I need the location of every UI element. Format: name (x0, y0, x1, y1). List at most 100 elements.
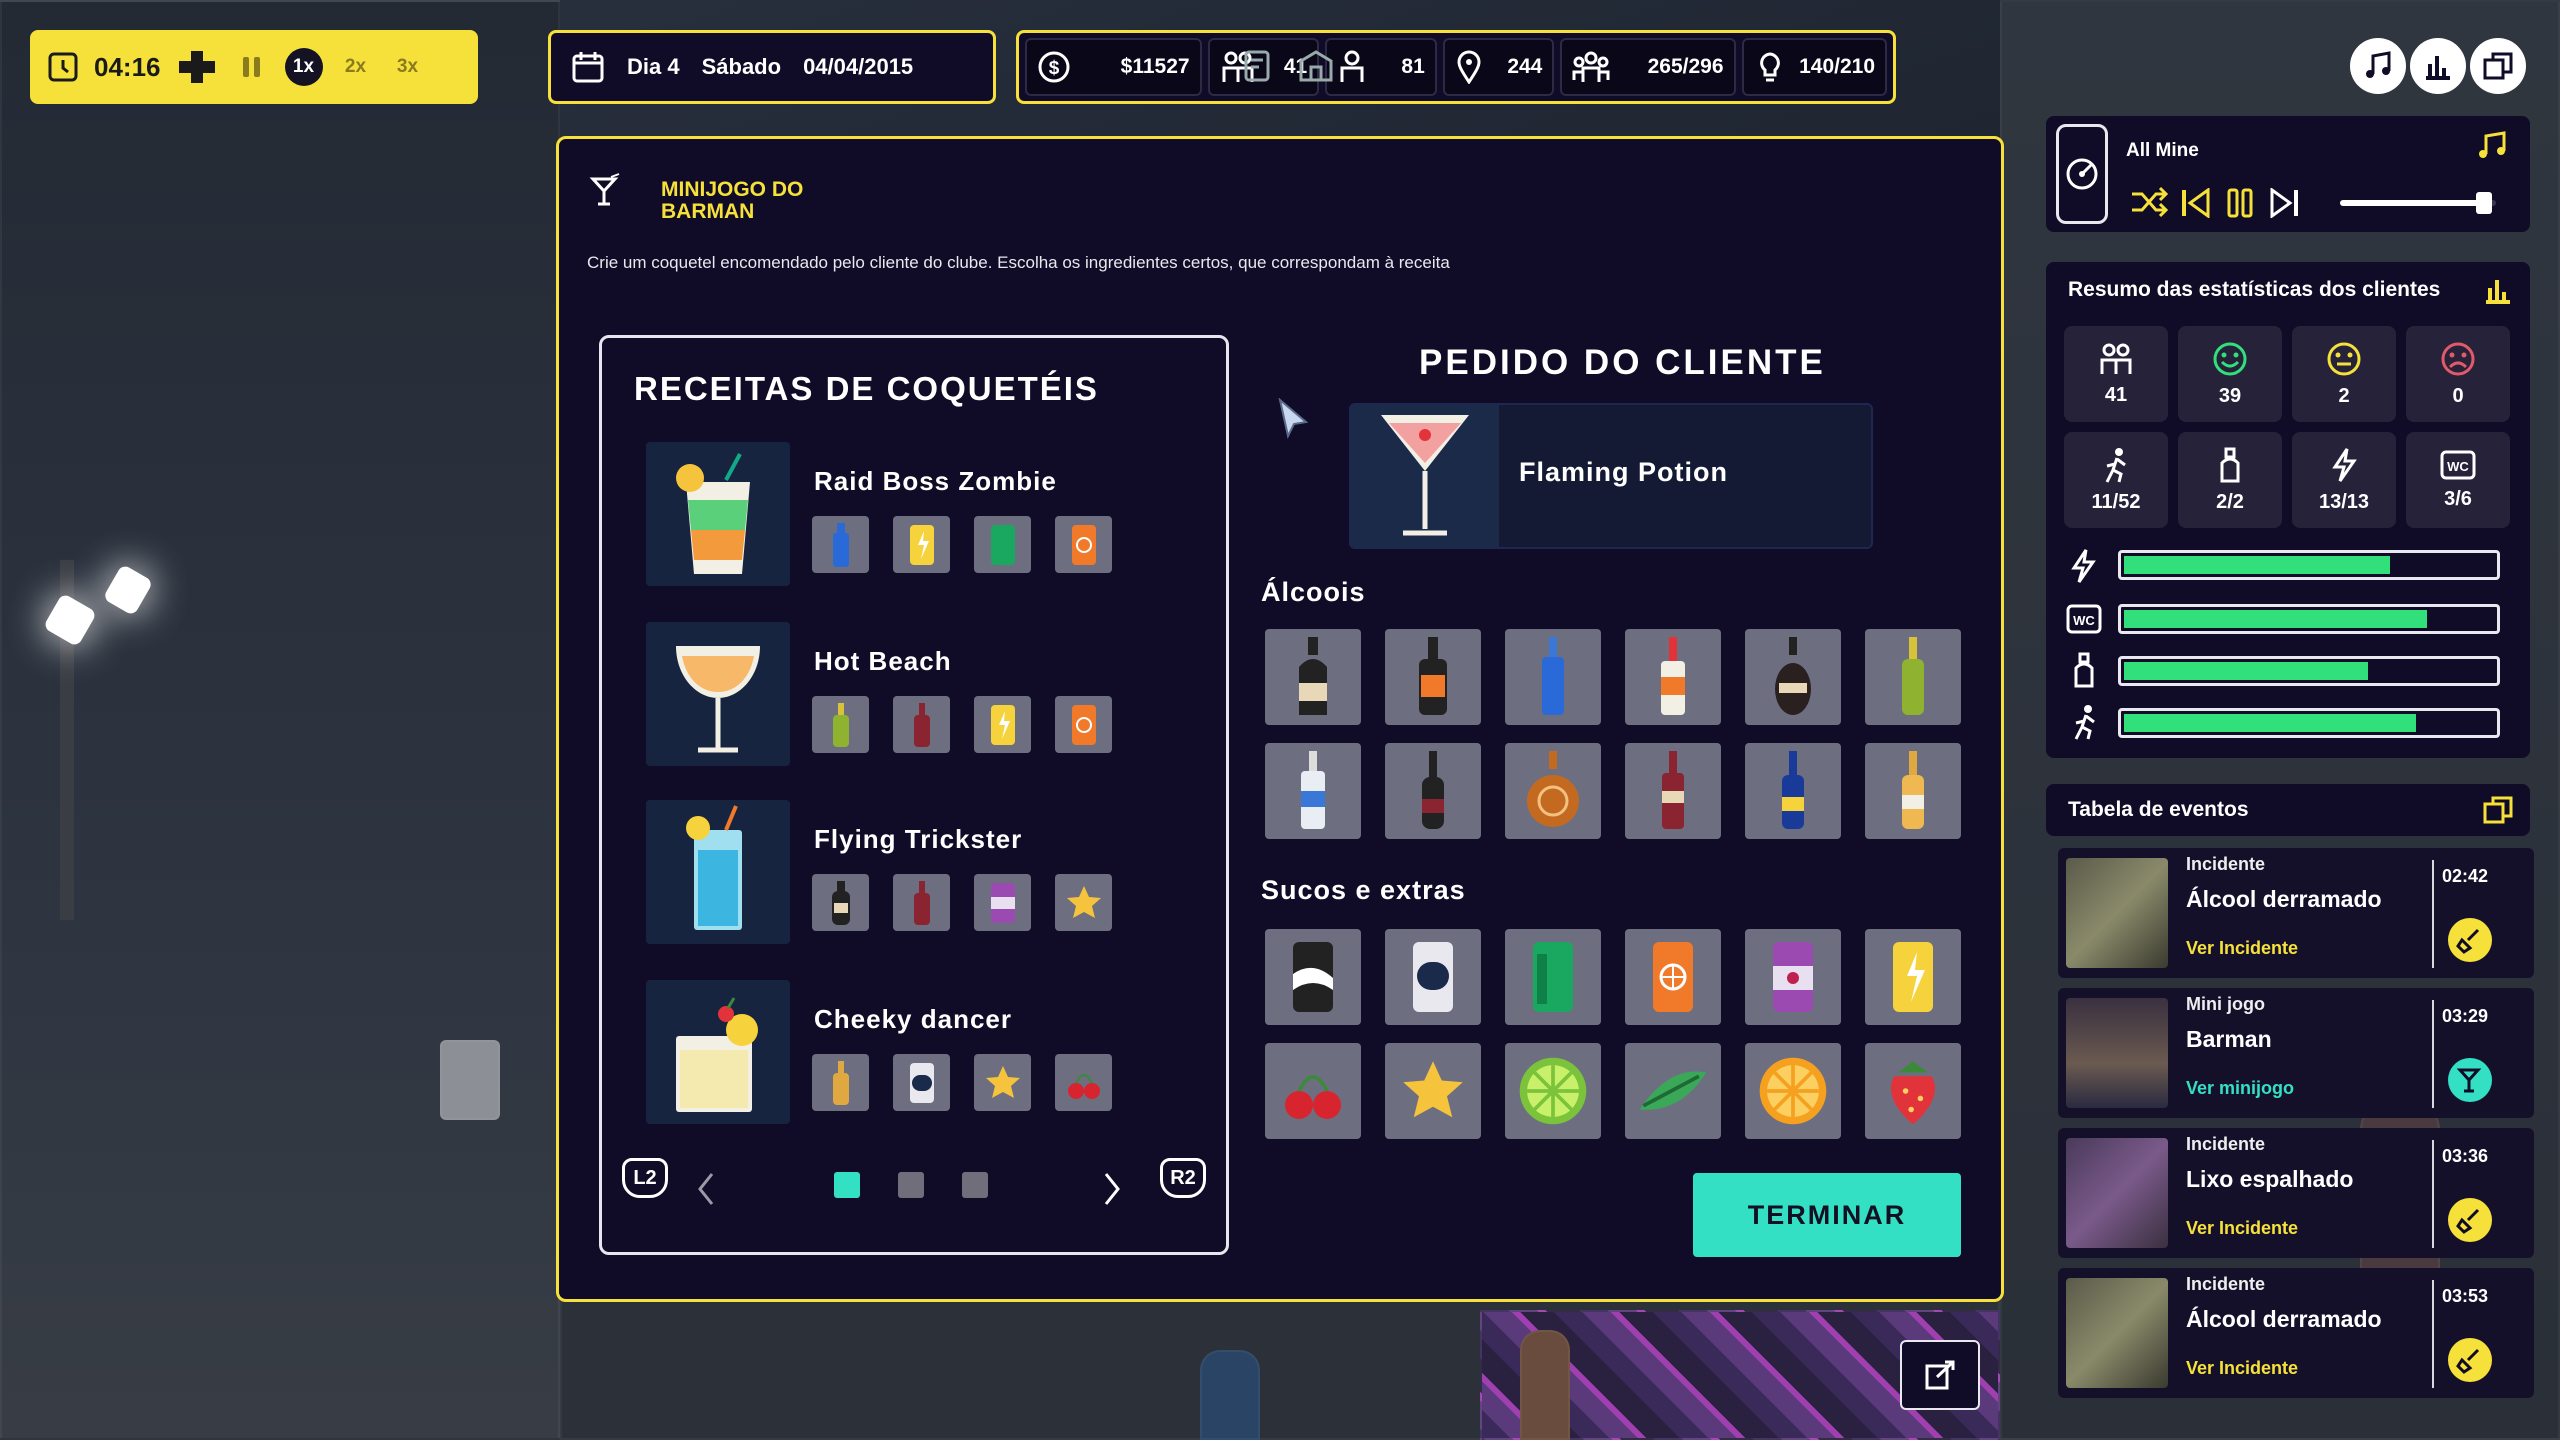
l2-button[interactable]: L2 (622, 1158, 668, 1198)
cleanup-button[interactable] (2448, 1338, 2492, 1382)
orange-slice-icon[interactable] (1745, 1043, 1841, 1139)
finish-button[interactable]: TERMINAR (1693, 1173, 1961, 1257)
stat-value: 0 (2452, 384, 2464, 407)
pause-track-icon[interactable] (2226, 188, 2254, 218)
events-button[interactable] (2470, 38, 2526, 94)
star-fruit-icon[interactable] (1385, 1043, 1481, 1139)
purple-can-icon[interactable] (1745, 929, 1841, 1025)
strawberry-icon[interactable] (1865, 1043, 1961, 1139)
page-dot-2[interactable] (898, 1172, 924, 1198)
red-liquor-icon[interactable] (1625, 743, 1721, 839)
white-can-icon[interactable] (1385, 929, 1481, 1025)
speed-2x-button[interactable]: 2x (337, 48, 375, 86)
dollar-coin-icon: $ (1038, 51, 1070, 83)
recipe-item: Cheeky dancer (646, 980, 1206, 1124)
clear-bottle-icon[interactable] (1265, 743, 1361, 839)
recipe-name: Raid Boss Zombie (814, 466, 1057, 496)
event-divider (2432, 1280, 2434, 1388)
wine-bottle-icon[interactable] (1385, 743, 1481, 839)
restroom-bar (2118, 604, 2500, 634)
stat-value: 3/6 (2444, 487, 2472, 510)
energy-bar-fill (2124, 556, 2391, 574)
navy-bottle-icon[interactable] (1745, 743, 1841, 839)
order-drink-name: Flaming Potion (1519, 457, 1728, 487)
chevron-right-icon[interactable] (1102, 1172, 1122, 1206)
vinyl-button[interactable] (2056, 124, 2108, 224)
speed-1x-button[interactable]: 1x (284, 48, 323, 86)
statistics-button[interactable] (2410, 38, 2466, 94)
stat-restroom: WC 3/6 (2406, 432, 2510, 528)
windows-icon[interactable] (2482, 794, 2514, 826)
whiskey-bottle-icon[interactable] (1385, 629, 1481, 725)
lime-icon[interactable] (1505, 1043, 1601, 1139)
music-button[interactable] (2350, 38, 2406, 94)
volume-slider[interactable] (2340, 192, 2496, 214)
speed-3x-button[interactable]: 3x (389, 48, 427, 86)
view-incident-link[interactable]: Ver Incidente (2186, 1358, 2298, 1379)
cherry-icon[interactable] (1265, 1043, 1361, 1139)
cognac-bottle-icon[interactable] (1505, 743, 1601, 839)
blue-bottle-icon[interactable] (1505, 629, 1601, 725)
energy-can-icon[interactable] (1865, 929, 1961, 1025)
gold-bottle-icon[interactable] (1865, 743, 1961, 839)
event-title: Álcool derramado (2186, 1306, 2382, 1332)
cleanup-button[interactable] (2448, 918, 2492, 962)
cream-liqueur-icon[interactable] (1265, 629, 1361, 725)
green-can-icon (974, 516, 1031, 573)
mint-icon[interactable] (1625, 1043, 1721, 1139)
chevron-left-icon[interactable] (696, 1172, 716, 1206)
red-bottle-icon (893, 696, 950, 753)
power-stat[interactable]: 140/210 (1741, 38, 1888, 96)
r2-button[interactable]: R2 (1160, 1158, 1206, 1198)
client-stats-title: Resumo das estatísticas dos clientes (2068, 278, 2441, 301)
shuffle-icon[interactable] (2130, 186, 2168, 218)
broom-icon (2456, 1348, 2480, 1374)
gold-bottle-icon (812, 1054, 869, 1111)
event-time: 02:42 (2442, 866, 2489, 886)
green-bottle-icon[interactable] (1865, 629, 1961, 725)
event-item[interactable]: Incidente Álcool derramado Ver Incidente… (2058, 1268, 2534, 1398)
event-item[interactable]: Incidente Álcool derramado Ver Incidente… (2058, 848, 2534, 978)
rocks-glass-icon (646, 980, 790, 1124)
client-order-title: PEDIDO DO CLIENTE (1419, 343, 1826, 382)
lightning-icon (2071, 549, 2096, 583)
events-title: Tabela de eventos (2068, 798, 2249, 821)
view-incident-link[interactable]: Ver Incidente (2186, 1218, 2298, 1239)
playlist-icon[interactable] (2476, 130, 2508, 160)
next-track-icon[interactable] (2268, 188, 2300, 218)
orange-label-bottle-icon[interactable] (1625, 629, 1721, 725)
star-fruit-icon (974, 1054, 1031, 1111)
green-can-icon[interactable] (1505, 929, 1601, 1025)
event-divider (2432, 1140, 2434, 1248)
view-incident-link[interactable]: Ver Incidente (2186, 938, 2298, 959)
notes-button[interactable] (1230, 38, 1286, 94)
capacity-stat[interactable]: 265/296 (1560, 38, 1736, 96)
exit-build-button[interactable] (1900, 1340, 1980, 1410)
event-item[interactable]: Mini jogo Barman Ver minijogo 03:29 (2058, 988, 2534, 1118)
location-stat[interactable]: 244 (1442, 38, 1555, 96)
building-button[interactable] (1288, 38, 1344, 94)
page-dot-1[interactable] (834, 1172, 860, 1198)
cleanup-button[interactable] (2448, 1198, 2492, 1242)
money-stat[interactable]: $ $11527 (1025, 38, 1202, 96)
svg-text:WC: WC (2073, 613, 2095, 628)
pause-button[interactable] (233, 48, 271, 86)
view-minigame-link[interactable]: Ver minijogo (2186, 1078, 2294, 1099)
event-item[interactable]: Incidente Lixo espalhado Ver Incidente 0… (2058, 1128, 2534, 1258)
alcohols-grid (1265, 629, 1961, 839)
black-can-icon[interactable] (1265, 929, 1361, 1025)
volume-knob[interactable] (2475, 192, 2492, 214)
dark-liqueur-icon[interactable] (1745, 629, 1841, 725)
previous-track-icon[interactable] (2180, 188, 2212, 218)
staff-value: 81 (1401, 55, 1425, 78)
recipe-pager: L2 R2 (602, 1158, 1226, 1218)
time-controls: 04:16 1x 2x 3x (30, 30, 478, 104)
orange-can-icon[interactable] (1625, 929, 1721, 1025)
bar-chart-icon[interactable] (2482, 274, 2514, 306)
drink-bar (2118, 656, 2500, 686)
drink-bar-fill (2124, 662, 2369, 680)
open-minigame-button[interactable] (2448, 1058, 2492, 1102)
wc-icon: WC (2066, 604, 2102, 634)
windows-icon (2483, 52, 2513, 80)
page-dot-3[interactable] (962, 1172, 988, 1198)
